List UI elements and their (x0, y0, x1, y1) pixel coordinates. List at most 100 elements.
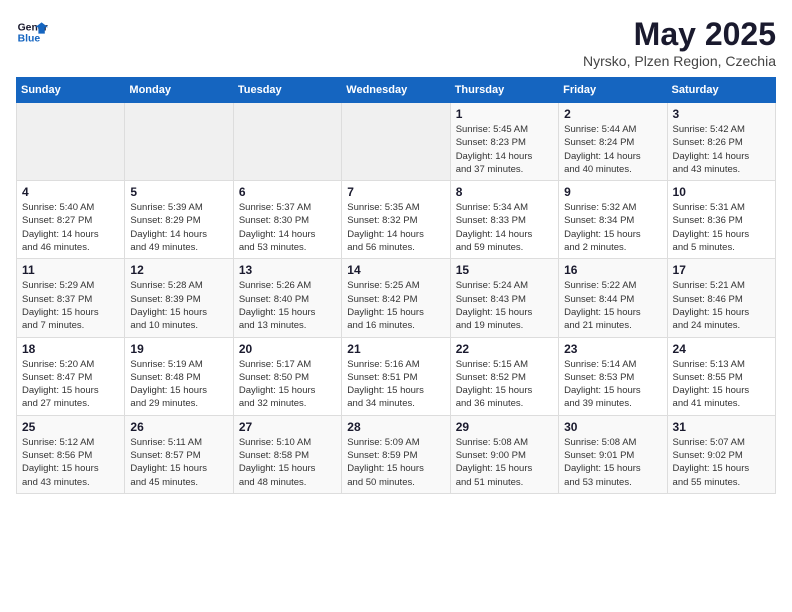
weekday-header-wednesday: Wednesday (342, 78, 450, 103)
day-number: 24 (673, 342, 770, 356)
weekday-header-sunday: Sunday (17, 78, 125, 103)
day-info: Sunrise: 5:21 AM Sunset: 8:46 PM Dayligh… (673, 279, 770, 332)
day-info: Sunrise: 5:45 AM Sunset: 8:23 PM Dayligh… (456, 123, 553, 176)
calendar-cell: 20 Sunrise: 5:17 AM Sunset: 8:50 PM Dayli… (233, 337, 341, 415)
weekday-header-row: SundayMondayTuesdayWednesdayThursdayFrid… (17, 78, 776, 103)
calendar-cell: 28 Sunrise: 5:09 AM Sunset: 8:59 PM Dayli… (342, 415, 450, 493)
calendar-cell (17, 103, 125, 181)
day-info: Sunrise: 5:11 AM Sunset: 8:57 PM Dayligh… (130, 436, 227, 489)
day-info: Sunrise: 5:14 AM Sunset: 8:53 PM Dayligh… (564, 358, 661, 411)
day-number: 20 (239, 342, 336, 356)
day-info: Sunrise: 5:34 AM Sunset: 8:33 PM Dayligh… (456, 201, 553, 254)
day-number: 22 (456, 342, 553, 356)
day-number: 14 (347, 263, 444, 277)
day-info: Sunrise: 5:17 AM Sunset: 8:50 PM Dayligh… (239, 358, 336, 411)
day-number: 26 (130, 420, 227, 434)
day-info: Sunrise: 5:29 AM Sunset: 8:37 PM Dayligh… (22, 279, 119, 332)
calendar-cell: 7 Sunrise: 5:35 AM Sunset: 8:32 PM Daylig… (342, 181, 450, 259)
calendar-cell (342, 103, 450, 181)
calendar-cell: 3 Sunrise: 5:42 AM Sunset: 8:26 PM Daylig… (667, 103, 775, 181)
calendar-cell: 31Sunrise: 5:07 AM Sunset: 9:02 PM Dayli… (667, 415, 775, 493)
week-row-1: 1 Sunrise: 5:45 AM Sunset: 8:23 PM Daylig… (17, 103, 776, 181)
calendar-cell: 1 Sunrise: 5:45 AM Sunset: 8:23 PM Daylig… (450, 103, 558, 181)
day-info: Sunrise: 5:37 AM Sunset: 8:30 PM Dayligh… (239, 201, 336, 254)
calendar-table: SundayMondayTuesdayWednesdayThursdayFrid… (16, 77, 776, 494)
day-info: Sunrise: 5:40 AM Sunset: 8:27 PM Dayligh… (22, 201, 119, 254)
day-number: 4 (22, 185, 119, 199)
day-number: 25 (22, 420, 119, 434)
day-info: Sunrise: 5:39 AM Sunset: 8:29 PM Dayligh… (130, 201, 227, 254)
calendar-cell: 5Sunrise: 5:39 AM Sunset: 8:29 PM Daylig… (125, 181, 233, 259)
calendar-cell: 22Sunrise: 5:15 AM Sunset: 8:52 PM Dayli… (450, 337, 558, 415)
calendar-cell: 21Sunrise: 5:16 AM Sunset: 8:51 PM Dayli… (342, 337, 450, 415)
day-info: Sunrise: 5:42 AM Sunset: 8:26 PM Dayligh… (673, 123, 770, 176)
calendar-cell: 26 Sunrise: 5:11 AM Sunset: 8:57 PM Dayli… (125, 415, 233, 493)
calendar-cell (125, 103, 233, 181)
day-number: 10 (673, 185, 770, 199)
svg-text:Blue: Blue (18, 34, 41, 45)
header: General Blue May 2025 Nyrsko, Plzen Regi… (16, 16, 776, 69)
day-info: Sunrise: 5:44 AM Sunset: 8:24 PM Dayligh… (564, 123, 661, 176)
calendar-cell: 11Sunrise: 5:29 AM Sunset: 8:37 PM Dayli… (17, 259, 125, 337)
day-info: Sunrise: 5:08 AM Sunset: 9:01 PM Dayligh… (564, 436, 661, 489)
day-number: 28 (347, 420, 444, 434)
day-number: 8 (456, 185, 553, 199)
logo-icon: General Blue (16, 16, 48, 48)
calendar-title: May 2025 (583, 16, 776, 53)
day-info: Sunrise: 5:35 AM Sunset: 8:32 PM Dayligh… (347, 201, 444, 254)
day-info: Sunrise: 5:12 AM Sunset: 8:56 PM Dayligh… (22, 436, 119, 489)
day-info: Sunrise: 5:08 AM Sunset: 9:00 PM Dayligh… (456, 436, 553, 489)
day-number: 18 (22, 342, 119, 356)
day-number: 29 (456, 420, 553, 434)
calendar-subtitle: Nyrsko, Plzen Region, Czechia (583, 53, 776, 69)
logo: General Blue (16, 16, 48, 48)
calendar-cell: 8 Sunrise: 5:34 AM Sunset: 8:33 PM Daylig… (450, 181, 558, 259)
week-row-3: 11Sunrise: 5:29 AM Sunset: 8:37 PM Dayli… (17, 259, 776, 337)
day-number: 15 (456, 263, 553, 277)
day-number: 17 (673, 263, 770, 277)
day-number: 1 (456, 107, 553, 121)
day-number: 27 (239, 420, 336, 434)
calendar-cell: 30Sunrise: 5:08 AM Sunset: 9:01 PM Dayli… (559, 415, 667, 493)
calendar-cell: 24 Sunrise: 5:13 AM Sunset: 8:55 PM Dayli… (667, 337, 775, 415)
calendar-cell: 10 Sunrise: 5:31 AM Sunset: 8:36 PM Dayli… (667, 181, 775, 259)
weekday-header-thursday: Thursday (450, 78, 558, 103)
day-info: Sunrise: 5:16 AM Sunset: 8:51 PM Dayligh… (347, 358, 444, 411)
calendar-cell: 6 Sunrise: 5:37 AM Sunset: 8:30 PM Daylig… (233, 181, 341, 259)
day-info: Sunrise: 5:13 AM Sunset: 8:55 PM Dayligh… (673, 358, 770, 411)
weekday-header-tuesday: Tuesday (233, 78, 341, 103)
day-info: Sunrise: 5:31 AM Sunset: 8:36 PM Dayligh… (673, 201, 770, 254)
calendar-cell: 27 Sunrise: 5:10 AM Sunset: 8:58 PM Dayli… (233, 415, 341, 493)
calendar-cell (233, 103, 341, 181)
day-info: Sunrise: 5:22 AM Sunset: 8:44 PM Dayligh… (564, 279, 661, 332)
day-number: 6 (239, 185, 336, 199)
day-info: Sunrise: 5:32 AM Sunset: 8:34 PM Dayligh… (564, 201, 661, 254)
calendar-cell: 17 Sunrise: 5:21 AM Sunset: 8:46 PM Dayli… (667, 259, 775, 337)
day-number: 2 (564, 107, 661, 121)
day-number: 3 (673, 107, 770, 121)
day-info: Sunrise: 5:07 AM Sunset: 9:02 PM Dayligh… (673, 436, 770, 489)
day-info: Sunrise: 5:28 AM Sunset: 8:39 PM Dayligh… (130, 279, 227, 332)
week-row-2: 4 Sunrise: 5:40 AM Sunset: 8:27 PM Daylig… (17, 181, 776, 259)
day-number: 13 (239, 263, 336, 277)
weekday-header-friday: Friday (559, 78, 667, 103)
title-area: May 2025 Nyrsko, Plzen Region, Czechia (583, 16, 776, 69)
day-number: 12 (130, 263, 227, 277)
calendar-cell: 18 Sunrise: 5:20 AM Sunset: 8:47 PM Dayli… (17, 337, 125, 415)
day-number: 7 (347, 185, 444, 199)
calendar-cell: 29 Sunrise: 5:08 AM Sunset: 9:00 PM Dayli… (450, 415, 558, 493)
week-row-5: 25 Sunrise: 5:12 AM Sunset: 8:56 PM Dayli… (17, 415, 776, 493)
day-info: Sunrise: 5:20 AM Sunset: 8:47 PM Dayligh… (22, 358, 119, 411)
day-info: Sunrise: 5:10 AM Sunset: 8:58 PM Dayligh… (239, 436, 336, 489)
calendar-cell: 14Sunrise: 5:25 AM Sunset: 8:42 PM Dayli… (342, 259, 450, 337)
day-info: Sunrise: 5:24 AM Sunset: 8:43 PM Dayligh… (456, 279, 553, 332)
calendar-cell: 12 Sunrise: 5:28 AM Sunset: 8:39 PM Dayli… (125, 259, 233, 337)
calendar-cell: 9Sunrise: 5:32 AM Sunset: 8:34 PM Daylig… (559, 181, 667, 259)
day-info: Sunrise: 5:09 AM Sunset: 8:59 PM Dayligh… (347, 436, 444, 489)
calendar-cell: 4 Sunrise: 5:40 AM Sunset: 8:27 PM Daylig… (17, 181, 125, 259)
week-row-4: 18 Sunrise: 5:20 AM Sunset: 8:47 PM Dayli… (17, 337, 776, 415)
calendar-cell: 15 Sunrise: 5:24 AM Sunset: 8:43 PM Dayli… (450, 259, 558, 337)
day-number: 19 (130, 342, 227, 356)
calendar-cell: 25 Sunrise: 5:12 AM Sunset: 8:56 PM Dayli… (17, 415, 125, 493)
calendar-cell: 13Sunrise: 5:26 AM Sunset: 8:40 PM Dayli… (233, 259, 341, 337)
